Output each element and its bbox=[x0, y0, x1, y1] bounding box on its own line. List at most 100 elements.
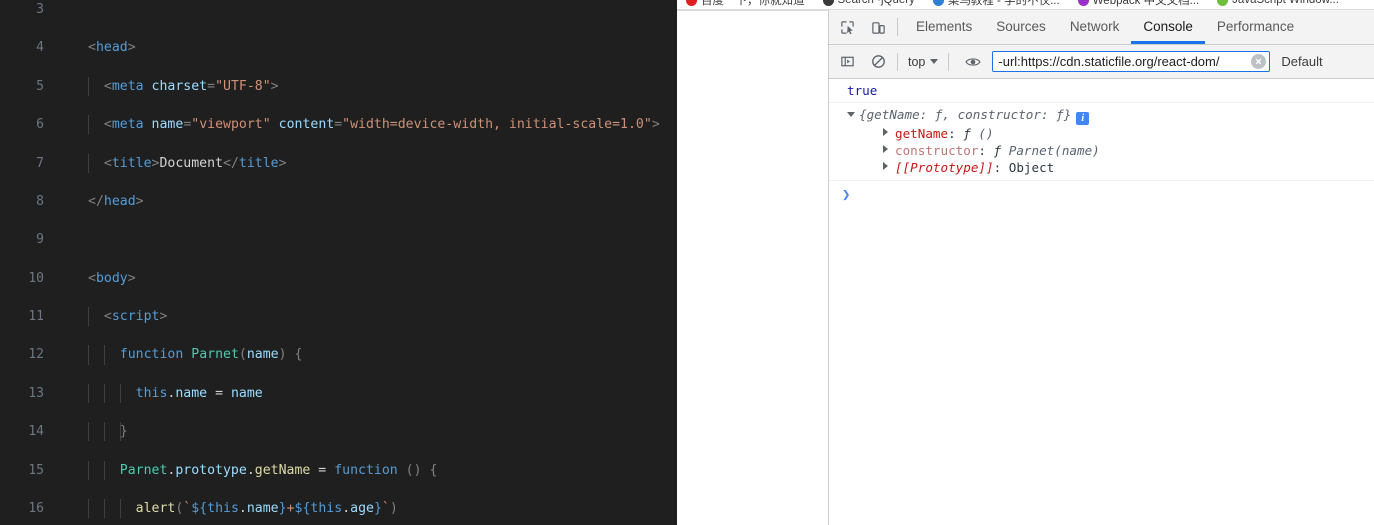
console-output[interactable]: true {getName: ƒ, constructor: ƒ} i getName… bbox=[829, 79, 1374, 525]
console-context-selector[interactable]: top bbox=[904, 55, 942, 69]
devtools-panel[interactable]: Elements Sources Network Console Performance… bbox=[828, 10, 1374, 525]
bookmark-item[interactable]: 百度一下，你就知道 bbox=[677, 0, 814, 8]
console-message[interactable]: {getName: ƒ, constructor: ƒ} i getName: ƒ … bbox=[829, 103, 1374, 181]
code-token: ) { bbox=[278, 347, 303, 363]
code-line[interactable]: 12 function Parnet(name) { bbox=[0, 345, 677, 365]
code-token: name bbox=[246, 501, 279, 517]
bookmark-item[interactable]: JavaScript Window... bbox=[1208, 0, 1348, 6]
code-token: body bbox=[95, 270, 128, 286]
code-token: alert bbox=[135, 501, 176, 517]
code-token: charset bbox=[151, 78, 208, 94]
code-token: > bbox=[270, 78, 279, 94]
code-token: = bbox=[207, 78, 216, 94]
code-line[interactable]: 8 </head> bbox=[0, 192, 677, 211]
code-line[interactable]: 14 } bbox=[0, 422, 677, 442]
code-text: <script> bbox=[88, 307, 168, 326]
line-number: 16 bbox=[28, 501, 44, 517]
console-prompt-row[interactable]: ❯ bbox=[829, 181, 1374, 207]
code-line[interactable]: 10 <body> bbox=[0, 269, 677, 288]
console-message[interactable]: true bbox=[829, 79, 1374, 103]
code-line[interactable]: 3 bbox=[0, 0, 677, 19]
code-token: prototype bbox=[175, 462, 247, 478]
code-token: Document bbox=[159, 155, 224, 171]
bookmark-item[interactable]: Search ·jQuery bbox=[814, 0, 924, 6]
inspect-element-icon[interactable] bbox=[834, 14, 860, 40]
code-token: "UTF-8" bbox=[215, 78, 271, 94]
code-token: > bbox=[278, 155, 287, 171]
console-filter-input-wrap[interactable] bbox=[992, 51, 1271, 72]
line-number: 6 bbox=[36, 117, 44, 133]
code-token: ${ bbox=[191, 501, 208, 517]
line-number: 11 bbox=[28, 309, 44, 325]
code-token: this bbox=[207, 501, 239, 517]
viewport-top-divider bbox=[677, 10, 828, 11]
prompt-chevron-icon: ❯ bbox=[842, 187, 851, 203]
code-token: > bbox=[651, 117, 660, 133]
bookmark-item[interactable]: Webpack 中文文档... bbox=[1069, 0, 1209, 8]
bookmarks-bar[interactable]: 百度一下，你就知道 Search ·jQuery 菜鸟教程 - 学的不仅... Web… bbox=[677, 0, 1374, 10]
code-text: <head> bbox=[88, 38, 136, 57]
code-line[interactable]: 5 <meta charset="UTF-8"> bbox=[0, 76, 677, 96]
line-number: 12 bbox=[28, 347, 44, 363]
device-toolbar-icon[interactable] bbox=[865, 14, 891, 40]
code-token: name bbox=[230, 385, 263, 401]
console-sidebar-icon[interactable] bbox=[834, 49, 860, 75]
line-number: 5 bbox=[36, 78, 44, 94]
property-separator: : bbox=[978, 143, 994, 158]
console-filter-input[interactable] bbox=[993, 52, 1252, 71]
console-filter-bar: top Default bbox=[829, 45, 1374, 79]
code-token: . bbox=[246, 462, 255, 478]
code-line[interactable]: 7 <title>Document</title> bbox=[0, 153, 677, 173]
code-token: title bbox=[111, 155, 152, 171]
code-line[interactable]: 9 bbox=[0, 230, 677, 249]
triangle-right-icon[interactable] bbox=[883, 162, 888, 170]
code-line[interactable]: 15 Parnet.prototype.getName = function (… bbox=[0, 460, 677, 480]
clear-console-icon[interactable] bbox=[865, 49, 891, 75]
triangle-down-icon[interactable] bbox=[847, 112, 855, 117]
live-expression-icon[interactable] bbox=[960, 49, 986, 75]
clear-input-icon[interactable] bbox=[1251, 54, 1267, 69]
line-number: 10 bbox=[28, 270, 44, 286]
object-property-row[interactable]: getName: ƒ () bbox=[883, 125, 1374, 142]
code-token: meta bbox=[111, 78, 144, 94]
tab-console[interactable]: Console bbox=[1131, 10, 1205, 44]
property-value: Parnet(name) bbox=[1001, 143, 1100, 158]
bookmark-label: JavaScript Window... bbox=[1232, 0, 1339, 6]
code-token: . bbox=[342, 501, 351, 517]
code-token: script bbox=[111, 309, 160, 325]
code-token: function bbox=[119, 347, 184, 363]
code-lines[interactable]: 3 4 <head> 5 <meta charset="UTF-8"> 6 <meta … bbox=[0, 0, 677, 525]
tab-network[interactable]: Network bbox=[1058, 10, 1132, 44]
object-property-row[interactable]: [[Prototype]]: Object bbox=[883, 159, 1374, 176]
code-line[interactable]: 13 this.name = name bbox=[0, 383, 677, 404]
code-line[interactable]: 11 <script> bbox=[0, 307, 677, 327]
object-property-row[interactable]: constructor: ƒ Parnet(name) bbox=[883, 142, 1374, 159]
line-number: 3 bbox=[36, 2, 44, 17]
code-line[interactable]: 16 alert(`${this.name}+${this.age}`) bbox=[0, 499, 677, 519]
info-icon[interactable]: i bbox=[1076, 112, 1090, 125]
property-separator: : bbox=[993, 160, 1009, 175]
property-value: Object bbox=[1008, 160, 1055, 175]
code-editor[interactable]: 3 4 <head> 5 <meta charset="UTF-8"> 6 <meta … bbox=[0, 0, 677, 525]
code-token: name bbox=[151, 117, 184, 133]
triangle-right-icon[interactable] bbox=[883, 128, 888, 136]
code-text: <body> bbox=[88, 269, 136, 288]
code-text: alert(`${this.name}+${this.age}`) bbox=[88, 499, 398, 518]
code-token: this bbox=[310, 501, 343, 517]
filterbar-separator-2 bbox=[948, 52, 950, 71]
code-text: Parnet.prototype.getName = function () { bbox=[88, 461, 438, 480]
triangle-right-icon[interactable] bbox=[883, 145, 888, 153]
code-line[interactable]: 4 <head> bbox=[0, 38, 677, 57]
tab-elements[interactable]: Elements bbox=[904, 10, 984, 44]
object-header[interactable]: {getName: ƒ, constructor: ƒ} i bbox=[847, 107, 1374, 125]
code-token: < bbox=[88, 40, 96, 56]
console-level-selector[interactable]: Default bbox=[1281, 54, 1322, 69]
code-line[interactable]: 6 <meta name="viewport" content="width=d… bbox=[0, 115, 677, 135]
bookmark-label: Search ·jQuery bbox=[837, 0, 915, 6]
tab-sources[interactable]: Sources bbox=[984, 10, 1058, 44]
code-text: <meta charset="UTF-8"> bbox=[88, 77, 279, 96]
tab-performance[interactable]: Performance bbox=[1205, 10, 1306, 44]
code-text: this.name = name bbox=[88, 384, 263, 403]
bookmark-item[interactable]: 菜鸟教程 - 学的不仅... bbox=[924, 0, 1069, 8]
